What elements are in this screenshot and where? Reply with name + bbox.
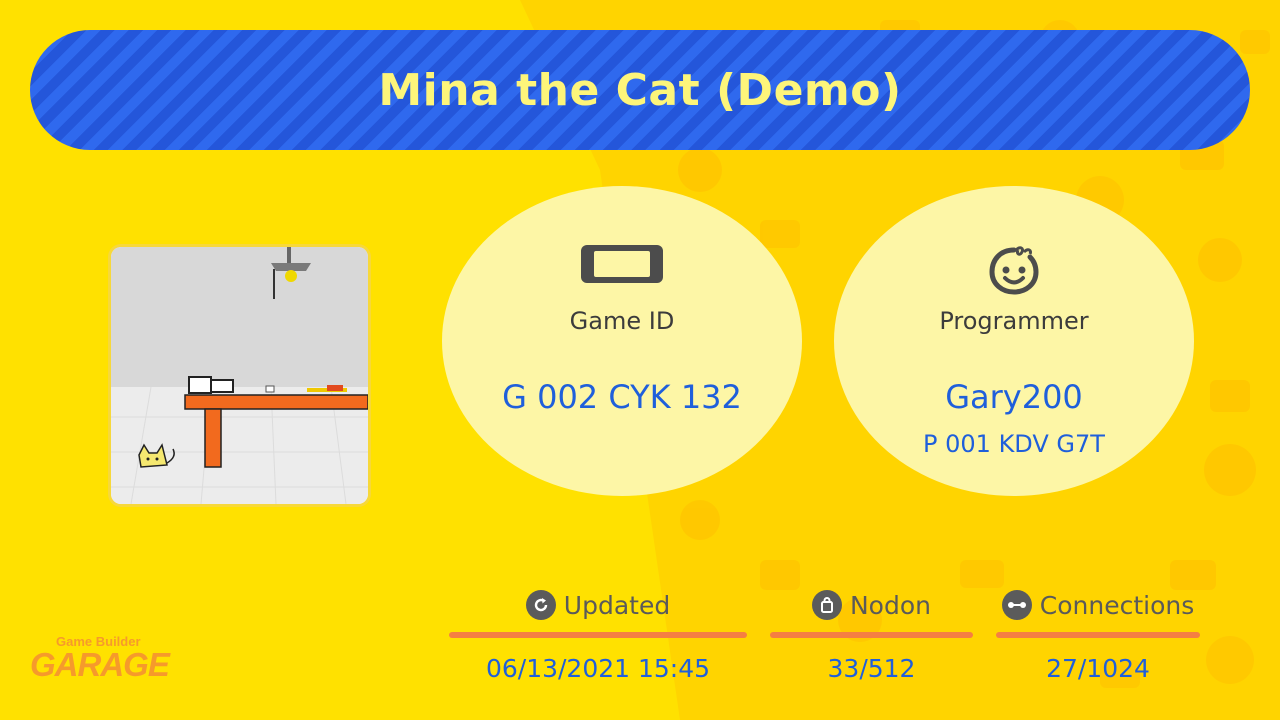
updated-stat: Updated 06/13/2021 15:45 [449, 588, 747, 688]
connections-label: Connections [1039, 590, 1195, 620]
smiling-face-icon [986, 244, 1042, 300]
refresh-icon [525, 590, 556, 620]
programmer-label: Programmer [939, 307, 1089, 335]
game-id-panel: Game ID G 002 CYK 132 [442, 186, 802, 496]
connections-divider [996, 632, 1200, 638]
nodon-label: Nodon [849, 590, 931, 620]
game-builder-garage-logo: Game Builder GARAGE [30, 632, 170, 684]
nodon-stat: Nodon 33/512 [770, 588, 973, 688]
updated-divider [449, 632, 747, 638]
logo-big-text: GARAGE [30, 646, 170, 683]
game-thumbnail [111, 247, 368, 504]
connections-stat: Connections 27/1024 [996, 588, 1200, 688]
game-title: Mina the Cat (Demo) [378, 64, 902, 116]
programmer-name: Gary200 [945, 378, 1083, 416]
programmer-id: P 001 KDV G7T [923, 430, 1105, 458]
nodon-divider [770, 632, 973, 638]
programmer-panel: Programmer Gary200 P 001 KDV G7T [834, 186, 1194, 496]
game-id-value: G 002 CYK 132 [502, 378, 742, 416]
connections-value: 27/1024 [1046, 654, 1150, 683]
nodon-value: 33/512 [827, 654, 916, 683]
connection-icon [1001, 590, 1032, 620]
updated-label: Updated [563, 590, 671, 620]
bag-icon [811, 590, 842, 620]
updated-value: 06/13/2021 15:45 [485, 654, 711, 683]
game-id-label: Game ID [569, 307, 675, 335]
handheld-console-icon [580, 244, 664, 288]
title-banner: Mina the Cat (Demo) [30, 30, 1250, 150]
